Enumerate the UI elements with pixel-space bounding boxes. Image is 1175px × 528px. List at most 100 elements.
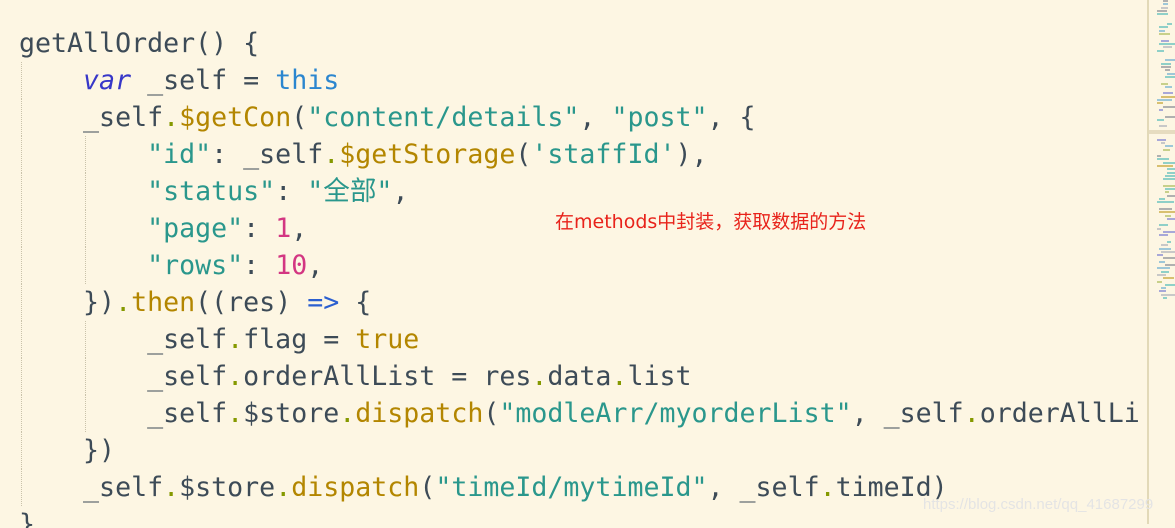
code-token: data (547, 361, 612, 392)
minimap-line (1163, 105, 1175, 108)
code-token: dispatch (355, 398, 484, 429)
code-line: getAllOrder() { (19, 25, 1139, 62)
minimap-line (1157, 165, 1173, 167)
code-token: . (339, 398, 356, 429)
code-token: _self = (131, 65, 276, 96)
code-token: _self (19, 398, 228, 429)
code-token: dispatch (291, 472, 420, 503)
code-token: "id" (147, 139, 212, 170)
code-token: _self (19, 472, 164, 503)
minimap-line (1159, 108, 1163, 111)
code-token: ((res) (195, 287, 308, 318)
minimap-line (1157, 273, 1166, 276)
minimap-line (1159, 26, 1168, 29)
minimap-line (1159, 247, 1171, 250)
code-token: : (243, 213, 276, 244)
code-line: _self.orderAllList = res.data.list (19, 358, 1139, 395)
indent-guide (85, 247, 87, 284)
indent-guide (85, 136, 87, 173)
code-token: $getStorage (339, 139, 516, 170)
minimap-line (1159, 234, 1168, 237)
indent-guide (21, 358, 22, 395)
minimap-line (1163, 297, 1167, 299)
code-token: => (307, 287, 340, 318)
code-line (19, 0, 1139, 25)
code-token: orderAllList = res (243, 361, 532, 392)
code-token: . (115, 287, 132, 318)
minimap-line (1161, 82, 1168, 85)
code-token: }, (19, 509, 52, 528)
code-token: orderAllList (979, 398, 1139, 429)
code-token: _self (19, 324, 228, 355)
indent-guide (21, 136, 22, 173)
code-line: _self.flag = true (19, 321, 1139, 358)
minimap-line (1165, 264, 1175, 266)
minimap[interactable] (1149, 0, 1175, 320)
code-token: . (275, 472, 292, 503)
indent-guide (85, 395, 87, 432)
minimap-line (1157, 9, 1167, 12)
code-token: . (323, 139, 340, 170)
code-line: _self.$getCon("content/details", "post",… (19, 99, 1139, 136)
minimap-line (1165, 115, 1175, 118)
code-editor[interactable]: getAllOrder() { var _self = this _self.$… (19, 0, 1139, 528)
minimap-line (1157, 49, 1164, 52)
minimap-line (1157, 13, 1168, 16)
code-token: list (627, 361, 692, 392)
minimap-line (1157, 158, 1169, 161)
minimap-line (1157, 280, 1162, 283)
indent-guide (21, 173, 22, 210)
minimap-line (1161, 95, 1175, 98)
minimap-line (1159, 224, 1168, 227)
minimap-line (1163, 161, 1175, 164)
minimap-line (1161, 270, 1169, 273)
code-token: ( (483, 398, 500, 429)
code-token: ( (419, 472, 436, 503)
code-token: . (163, 102, 180, 133)
minimap-line (1165, 145, 1173, 148)
minimap-line (1161, 287, 1166, 290)
code-token: . (227, 398, 244, 429)
code-token: flag = (243, 324, 356, 355)
minimap-line (1165, 59, 1175, 62)
minimap-line (1159, 29, 1165, 32)
minimap-line (1159, 42, 1175, 45)
annotation-text: 在methods中封装，获取数据的方法 (555, 211, 867, 233)
code-token: { (339, 287, 372, 318)
indent-guide (21, 321, 22, 358)
code-token: , { (707, 102, 756, 133)
code-token: this (275, 65, 340, 96)
code-token: "post" (611, 102, 708, 133)
minimap-line (1167, 171, 1175, 174)
minimap-line (1165, 214, 1171, 217)
code-line: "id": _self.$getStorage('staffId'), (19, 136, 1139, 173)
code-token: , _self (851, 398, 964, 429)
minimap-line (1157, 138, 1166, 141)
code-token: 1 (275, 213, 292, 244)
minimap-line (1165, 283, 1175, 286)
code-token: : (243, 250, 276, 281)
code-token: : _self (211, 139, 324, 170)
code-line: "rows": 10, (19, 247, 1139, 284)
minimap-line (1163, 0, 1168, 2)
minimap-line (1167, 23, 1172, 26)
code-token: $store (243, 398, 340, 429)
code-token: , (291, 213, 308, 244)
code-token: "全部" (307, 176, 393, 207)
minimap-line (1163, 148, 1170, 151)
code-token: _self (19, 102, 164, 133)
minimap-line (1159, 211, 1175, 214)
minimap-line (1165, 191, 1169, 194)
watermark: https://blog.csdn.net/qq_41687299 (923, 496, 1154, 513)
minimap-line (1167, 194, 1175, 197)
minimap-line (1163, 231, 1175, 233)
code-line: }).then((res) => { (19, 284, 1139, 321)
minimap-line (1167, 72, 1175, 75)
code-token: . (227, 361, 244, 392)
minimap-line (1163, 92, 1173, 95)
code-token: }) (19, 287, 116, 318)
code-token: : (275, 176, 308, 207)
